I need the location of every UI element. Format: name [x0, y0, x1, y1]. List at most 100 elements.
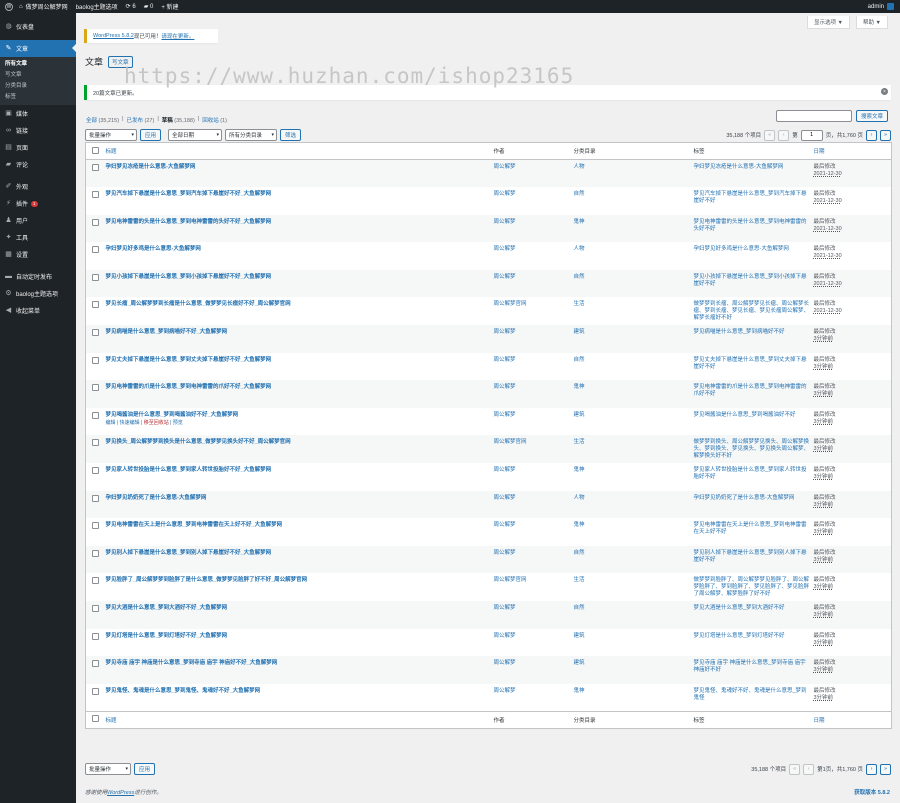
post-author[interactable]: 周公解梦官网 [491, 435, 572, 464]
sidebar-item-theme-options[interactable]: ⚙ baolog主题选项 [0, 285, 76, 302]
view-all[interactable]: 全部 (35,215) [86, 116, 119, 124]
post-title-link[interactable]: 孕妇梦见好多鸡是什么意思-大鱼解梦网 [106, 246, 201, 252]
comments-link[interactable]: ▰ 0 [144, 3, 154, 11]
search-input[interactable] [775, 110, 852, 122]
submenu-new-post[interactable]: 写文章 [0, 70, 76, 81]
filter-button[interactable]: 筛选 [280, 129, 302, 141]
post-title-link[interactable]: 梦见大酒是什么意思_梦到大酒好不好_大鱼解梦网 [106, 605, 228, 611]
row-checkbox[interactable] [92, 301, 99, 309]
sidebar-item-posts[interactable]: ✎ 文章 [0, 40, 76, 57]
sidebar-item-links[interactable]: ∞ 链接 [0, 122, 76, 139]
post-tags[interactable]: 孕妇梦见冻疮是什么意思-大鱼解梦网 [691, 159, 812, 188]
row-checkbox[interactable] [92, 329, 99, 337]
post-tags[interactable]: 梦见喝酱油是什么意思_梦到喝酱油好不好 [692, 408, 812, 436]
post-title-link[interactable]: 孕妇梦见冻疮是什么意思-大鱼解梦网 [106, 164, 196, 170]
post-author[interactable]: 周公解梦 [491, 214, 572, 243]
row-checkbox[interactable] [92, 522, 99, 530]
trash-link[interactable]: 移至回收站 [144, 420, 169, 426]
updates-link[interactable]: ⟳ 6 [126, 3, 136, 11]
post-category[interactable]: 建筑 [571, 325, 692, 353]
post-author[interactable]: 周公解梦 [491, 545, 572, 574]
row-checkbox[interactable] [92, 439, 99, 447]
column-date-footer[interactable]: 日期 [811, 710, 892, 729]
edit-link[interactable]: 编辑 [106, 420, 116, 426]
sidebar-item-dashboard[interactable]: ◍ 仪表盘 [0, 18, 76, 35]
column-date[interactable]: 日期 [811, 142, 892, 160]
post-author[interactable]: 周公解梦 [491, 490, 572, 519]
avatar[interactable] [887, 3, 894, 10]
post-category[interactable]: 生活 [572, 297, 692, 325]
post-category[interactable]: 生活 [572, 573, 692, 601]
post-tags[interactable]: 梦见电神雷雷的头是什么意思_梦到电神雷雷的头好不好 [691, 214, 812, 243]
user-greeting[interactable]: admin [868, 4, 884, 10]
post-author[interactable]: 周公解梦 [491, 380, 572, 408]
post-tags[interactable]: 梦见寺庙 庙宇 神庙是什么意思_梦到寺庙 庙宇 神庙好不好 [691, 656, 812, 684]
view-drafts[interactable]: 草稿 (35,188) [162, 116, 195, 124]
post-author[interactable]: 周公解梦 [491, 601, 572, 629]
post-category[interactable]: 鬼神 [572, 684, 692, 712]
post-author[interactable]: 周公解梦 [492, 353, 572, 381]
post-category[interactable]: 自然 [572, 187, 692, 215]
sidebar-item-auto-publish[interactable]: ▬ 自动定时发布 [0, 268, 76, 285]
quick-edit-link[interactable]: 快速编辑 [120, 420, 140, 426]
view-trash[interactable]: 回收站 (1) [202, 116, 227, 124]
post-author[interactable]: 周公解梦 [492, 463, 572, 491]
post-category[interactable]: 人物 [572, 242, 692, 270]
sidebar-item-plugins[interactable]: ⚡ 插件 1 [0, 195, 76, 212]
post-author[interactable]: 周公解梦 [491, 325, 572, 353]
home-icon[interactable]: ⌂ [19, 4, 23, 10]
row-checkbox[interactable] [92, 660, 99, 668]
post-tags[interactable]: 孕妇梦见好多鸡是什么意思-大鱼解梦网 [692, 242, 812, 270]
row-checkbox[interactable] [92, 164, 99, 171]
post-author[interactable]: 周公解梦 [492, 518, 572, 546]
help-button[interactable]: 帮助 ▼ [856, 16, 888, 29]
post-tags[interactable]: 梦见丈夫掉下悬崖是什么意思_梦到丈夫掉下悬崖好不好 [692, 353, 812, 381]
post-tags[interactable]: 做梦梦到长瘤、周公解梦梦见长瘤、周公解梦长瘤、梦到长瘤、梦见长瘤、梦见长瘤周公解… [692, 297, 812, 325]
sidebar-item-tools[interactable]: ✦ 工具 [0, 229, 76, 246]
post-title-link[interactable]: 梦见寺庙 庙宇 神庙是什么意思_梦到寺庙 庙宇 神庙好不好_大鱼解梦网 [106, 660, 278, 666]
wordpress-version-link[interactable]: WordPress 5.8.2 [93, 33, 134, 39]
post-tags[interactable]: 做梦梦到换头、周公解梦梦见换头、周公解梦换头、梦到换头、梦见换头、梦见换头周公解… [691, 435, 812, 464]
apply-button[interactable]: 应用 [140, 129, 162, 141]
theme-options-link[interactable]: baolog主题选项 [76, 2, 118, 11]
post-title-link[interactable]: 梦见电神雷雷在天上是什么意思_梦到电神雷雷在天上好不好_大鱼解梦网 [106, 522, 283, 528]
post-author[interactable]: 周公解梦 [491, 656, 572, 684]
post-author[interactable]: 周公解梦 [492, 684, 572, 712]
search-posts-button[interactable]: 搜索文章 [855, 110, 888, 122]
last-page-button-bottom[interactable]: » [880, 763, 891, 775]
sidebar-item-pages[interactable]: ▤ 页面 [0, 139, 76, 156]
sidebar-item-appearance[interactable]: ✐ 外观 [0, 178, 76, 195]
submenu-all-posts[interactable]: 所有文章 [0, 59, 76, 70]
wordpress-logo-icon[interactable]: W [5, 2, 13, 11]
wordpress-footer-link[interactable]: WordPress [107, 790, 134, 796]
view-published[interactable]: 已发布 (27) [126, 116, 154, 124]
select-all-checkbox-bottom[interactable] [92, 715, 99, 723]
post-tags[interactable]: 梦见大酒是什么意思_梦到大酒好不好 [691, 601, 812, 629]
post-tags[interactable]: 梦见灯塔是什么意思_梦到灯塔好不好 [692, 629, 812, 657]
post-tags[interactable]: 梦见别人掉下悬崖是什么意思_梦到别人掉下悬崖好不好 [691, 545, 812, 574]
post-category[interactable]: 鬼神 [572, 463, 692, 491]
post-tags[interactable]: 梦见病喵是什么意思_梦到病喵好不好 [691, 325, 812, 353]
column-title[interactable]: 标题 [103, 142, 492, 160]
date-filter-select[interactable]: 全部日期 [168, 129, 223, 141]
submenu-categories[interactable]: 分类目录 [0, 81, 76, 92]
row-checkbox[interactable] [92, 191, 99, 199]
row-checkbox[interactable] [92, 467, 99, 475]
post-title-link[interactable]: 梦见汽车掉下悬崖是什么意思_梦到汽车掉下悬崖好不好_大鱼解梦网 [106, 191, 272, 197]
footer-version-link[interactable]: 获取版本 5.8.2 [854, 788, 890, 796]
row-checkbox[interactable] [92, 494, 99, 502]
post-title-link[interactable]: 梦见病喵是什么意思_梦到病喵好不好_大鱼解梦网 [106, 329, 228, 335]
post-title-link[interactable]: 梦见长瘤_周公解梦梦到长瘤是什么意思_做梦梦见长瘤好不好_周公解梦官网 [106, 301, 291, 307]
site-name-link[interactable]: 做梦周公解梦网 [26, 2, 68, 11]
update-now-link[interactable]: 请现在更新。 [161, 32, 194, 40]
row-checkbox[interactable] [92, 384, 99, 392]
post-author[interactable]: 周公解梦 [492, 242, 572, 270]
post-author[interactable]: 周公解梦 [491, 269, 572, 298]
post-author[interactable]: 周公解梦 [492, 629, 572, 657]
preview-link[interactable]: 预览 [173, 420, 183, 426]
row-checkbox[interactable] [92, 273, 99, 281]
sidebar-item-media[interactable]: ▣ 媒体 [0, 105, 76, 122]
post-category[interactable]: 建筑 [571, 656, 692, 684]
column-title-footer[interactable]: 标题 [103, 710, 492, 729]
row-checkbox[interactable] [92, 605, 99, 612]
